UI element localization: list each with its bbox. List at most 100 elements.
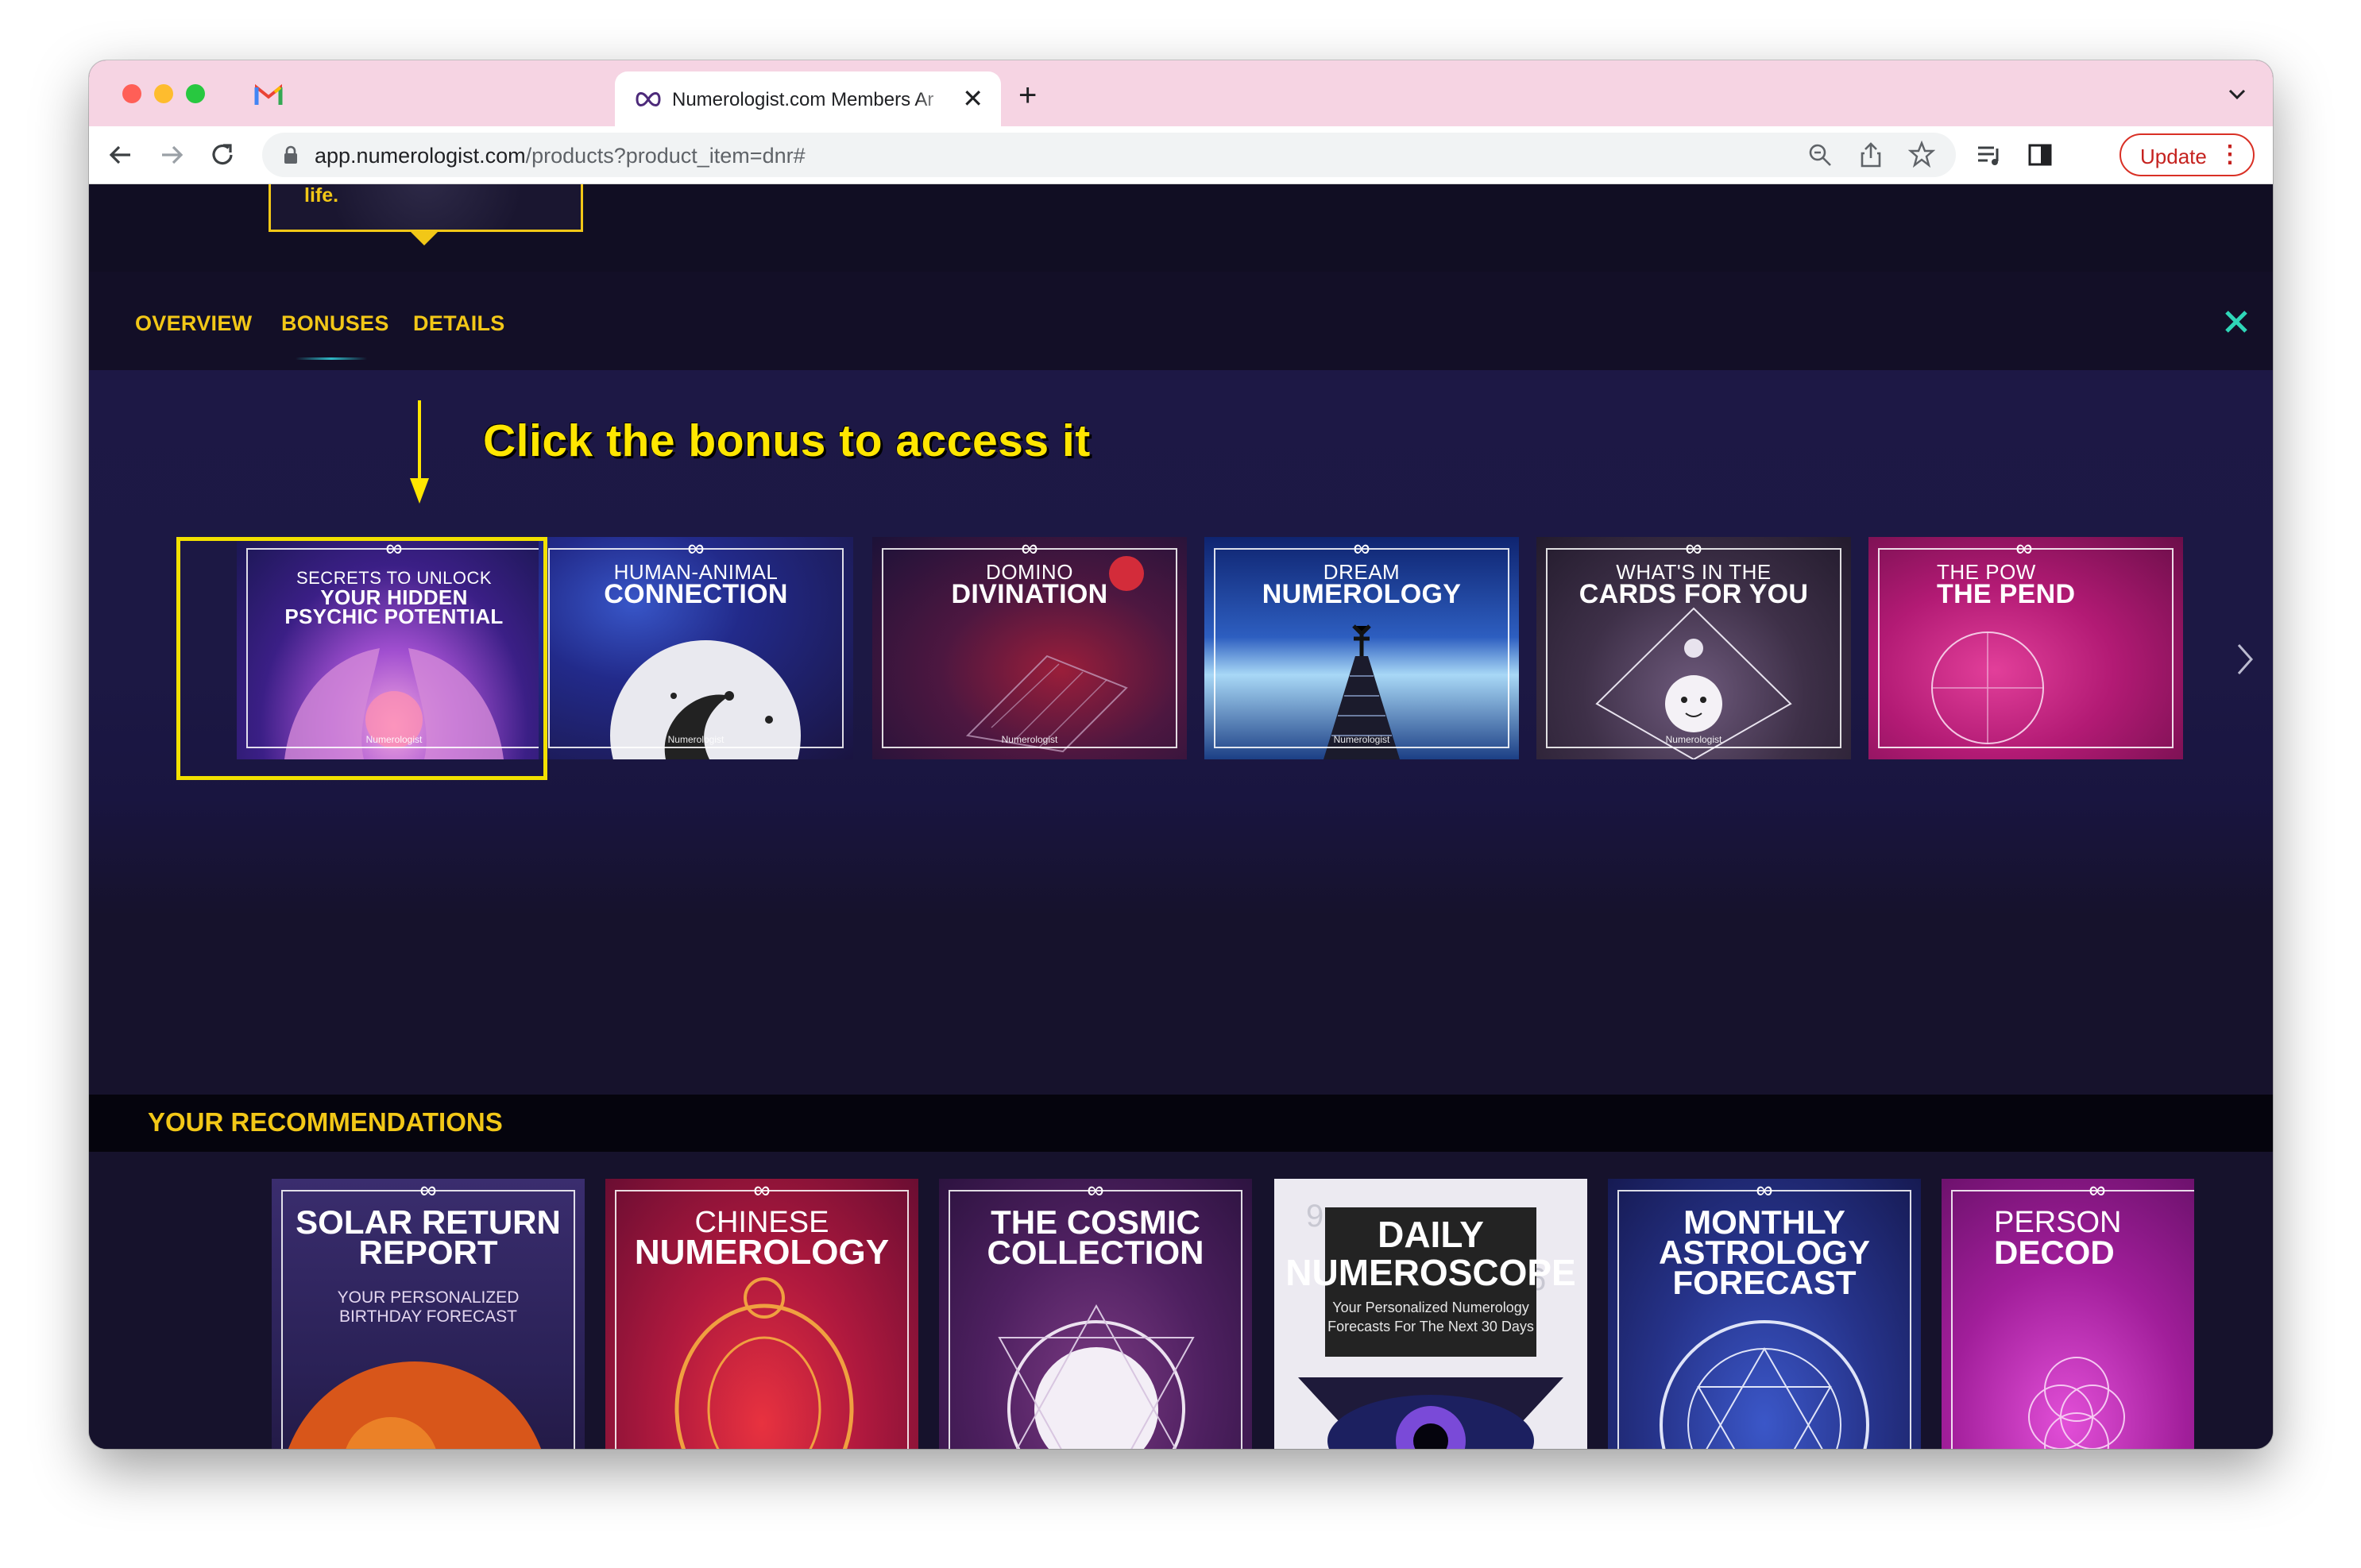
browser-window: Numerologist.com Members Ar ✕ + app.nume… bbox=[89, 60, 2273, 1449]
card-brand: Numerologist bbox=[1333, 734, 1390, 745]
infinity-logo-icon bbox=[636, 92, 661, 106]
bonus-title: THE POW THE PEND bbox=[1937, 561, 2183, 609]
intro-popup: life. bbox=[269, 184, 583, 232]
url-host: app.numerologist.com bbox=[315, 144, 526, 168]
address-bar[interactable]: app.numerologist.com/products?product_it… bbox=[262, 133, 1956, 177]
star-icon[interactable] bbox=[1908, 141, 1935, 168]
bonus-card-cards[interactable]: ∞ WHAT'S IN THE CARDS FOR YOU Numerologi… bbox=[1536, 537, 1851, 759]
rec-title-line2: NUMEROLOGY bbox=[634, 1233, 890, 1272]
chevron-right-icon[interactable] bbox=[2234, 640, 2256, 678]
rec-title-line3: FORECAST bbox=[1672, 1264, 1857, 1301]
bonus-card-dream[interactable]: ∞ DREAM NUMEROLOGY Numerologist bbox=[1204, 537, 1519, 759]
active-tab-underline bbox=[296, 357, 367, 360]
tab-overview[interactable]: OVERVIEW bbox=[135, 311, 252, 336]
bonus-title-line2: CARDS FOR YOU bbox=[1579, 579, 1809, 609]
infinity-logo-icon: ∞ bbox=[2015, 537, 2033, 562]
recommendations-strip: ∞ SOLAR RETURN REPORT YOUR PERSONALIZED … bbox=[272, 1179, 2194, 1449]
rec-card-monthly-astrology[interactable]: ∞ MONTHLY ASTROLOGY FORECAST bbox=[1608, 1179, 1921, 1449]
rec-title-line2: REPORT bbox=[358, 1234, 498, 1271]
rec-card-personal-decoder[interactable]: ∞ PERSON DECOD bbox=[1942, 1179, 2194, 1449]
rec-card-solar-return[interactable]: ∞ SOLAR RETURN REPORT YOUR PERSONALIZED … bbox=[272, 1179, 585, 1449]
active-tab[interactable]: Numerologist.com Members Ar ✕ bbox=[615, 71, 1001, 126]
media-icon[interactable] bbox=[1975, 141, 2004, 169]
infinity-logo-icon: ∞ bbox=[1756, 1179, 1773, 1203]
rec-title: THE COSMIC COLLECTION bbox=[939, 1206, 1252, 1271]
card-brand: Numerologist bbox=[667, 734, 725, 745]
tab-details[interactable]: DETAILS bbox=[413, 311, 505, 336]
infinity-logo-icon: ∞ bbox=[2089, 1179, 2106, 1203]
update-label: Update bbox=[2140, 145, 2207, 168]
tab-bonuses[interactable]: BONUSES bbox=[281, 311, 389, 336]
bonus-title: DREAM NUMEROLOGY bbox=[1204, 561, 1519, 609]
rec-title: CHINESE NUMEROLOGY bbox=[605, 1207, 918, 1272]
share-icon[interactable] bbox=[1857, 141, 1884, 169]
rec-subtitle: Your Personalized Numerology Forecasts F… bbox=[1274, 1298, 1587, 1336]
bonus-title-line2: DIVINATION bbox=[951, 579, 1108, 609]
arrow-down-icon bbox=[410, 400, 429, 504]
panel-divider bbox=[89, 798, 2273, 917]
rec-title: DAILY NUMEROSCOPE bbox=[1274, 1215, 1587, 1292]
lock-icon[interactable] bbox=[283, 145, 299, 164]
tab-strip: Numerologist.com Members Ar ✕ + bbox=[89, 60, 2273, 126]
rec-subtitle: YOUR PERSONALIZED BIRTHDAY FORECAST bbox=[272, 1288, 585, 1327]
rec-card-chinese-numerology[interactable]: ∞ CHINESE NUMEROLOGY bbox=[605, 1179, 918, 1449]
tab-close-icon[interactable]: ✕ bbox=[962, 84, 983, 113]
browser-toolbar: app.numerologist.com/products?product_it… bbox=[89, 126, 2273, 184]
url-text: app.numerologist.com/products?product_it… bbox=[315, 144, 806, 168]
rec-subtitle-line2: Forecasts For The Next 30 Days bbox=[1327, 1319, 1534, 1334]
infinity-logo-icon: ∞ bbox=[1087, 1179, 1104, 1203]
forward-arrow-icon[interactable] bbox=[157, 141, 186, 169]
infinity-logo-icon: ∞ bbox=[1021, 537, 1038, 562]
back-arrow-icon[interactable] bbox=[106, 141, 135, 169]
reload-icon[interactable] bbox=[208, 141, 237, 169]
url-path: /products?product_item=dnr# bbox=[525, 144, 806, 168]
rec-title-line2: NUMEROSCOPE bbox=[1285, 1252, 1576, 1293]
rec-subtitle-line1: Your Personalized Numerology bbox=[1332, 1300, 1529, 1315]
sidepanel-icon[interactable] bbox=[2026, 141, 2054, 169]
maximize-window-button[interactable] bbox=[186, 84, 205, 103]
selected-bonus-highlight bbox=[176, 537, 547, 780]
rec-title-line1: DAILY bbox=[1378, 1214, 1484, 1255]
update-button[interactable]: Update ⋮ bbox=[2119, 133, 2255, 176]
bonus-card-pendulum[interactable]: ∞ THE POW THE PEND bbox=[1868, 537, 2183, 759]
new-tab-button[interactable]: + bbox=[1018, 79, 1037, 111]
infinity-logo-icon: ∞ bbox=[687, 537, 705, 562]
card-brand: Numerologist bbox=[1001, 734, 1058, 745]
tab-title: Numerologist.com Members Ar bbox=[672, 89, 934, 110]
rec-card-cosmic-collection[interactable]: ∞ THE COSMIC COLLECTION bbox=[939, 1179, 1252, 1449]
rec-card-daily-numeroscope[interactable]: 9 6 DAILY NUMEROSCOPE Your Personalized … bbox=[1274, 1179, 1587, 1449]
card-brand: Numerologist bbox=[1665, 734, 1722, 745]
infinity-logo-icon: ∞ bbox=[1685, 537, 1702, 562]
product-nav: OVERVIEW BONUSES DETAILS bbox=[89, 272, 2273, 370]
page-content: life. OVERVIEW BONUSES DETAILS Click the… bbox=[89, 184, 2273, 1449]
rec-subtitle-line1: YOUR PERSONALIZED bbox=[337, 1288, 520, 1307]
bonus-title-line2: THE PEND bbox=[1937, 579, 2076, 609]
rec-title: MONTHLY ASTROLOGY FORECAST bbox=[1608, 1206, 1921, 1301]
rec-title: PERSON DECOD bbox=[1994, 1207, 2194, 1271]
rec-title-line2: COLLECTION bbox=[987, 1234, 1204, 1271]
zoom-icon[interactable] bbox=[1806, 141, 1834, 168]
popup-text: life. bbox=[304, 184, 339, 207]
rec-subtitle-line2: BIRTHDAY FORECAST bbox=[338, 1307, 518, 1326]
gmail-icon[interactable] bbox=[254, 81, 283, 108]
menu-dots-icon[interactable]: ⋮ bbox=[2218, 141, 2242, 169]
recommendations-header: YOUR RECOMMENDATIONS bbox=[89, 1095, 2273, 1152]
bonus-title: HUMAN-ANIMAL CONNECTION bbox=[539, 561, 853, 609]
bonus-title-line2: CONNECTION bbox=[604, 579, 788, 609]
bonus-title-line2: NUMEROLOGY bbox=[1262, 579, 1462, 609]
popup-tip bbox=[410, 231, 439, 245]
infinity-logo-icon: ∞ bbox=[419, 1179, 437, 1203]
bonus-title: DOMINO DIVINATION bbox=[872, 561, 1187, 609]
bonus-hint: Click the bonus to access it bbox=[483, 415, 1091, 466]
rec-title-line2: DECOD bbox=[1994, 1234, 2115, 1271]
bonus-card-domino[interactable]: ∞ DOMINO DIVINATION Numerologist bbox=[872, 537, 1187, 759]
close-window-button[interactable] bbox=[122, 84, 141, 103]
bonus-card-human-animal[interactable]: ∞ HUMAN-ANIMAL CONNECTION Numerologist bbox=[539, 537, 853, 759]
infinity-logo-icon: ∞ bbox=[1353, 537, 1370, 562]
recommendations-title: YOUR RECOMMENDATIONS bbox=[148, 1107, 503, 1137]
infinity-logo-icon: ∞ bbox=[753, 1179, 771, 1203]
close-icon[interactable] bbox=[2223, 308, 2250, 335]
bonus-title: WHAT'S IN THE CARDS FOR YOU bbox=[1536, 561, 1851, 609]
tab-search-chevron-icon[interactable] bbox=[2225, 79, 2249, 108]
minimize-window-button[interactable] bbox=[154, 84, 173, 103]
